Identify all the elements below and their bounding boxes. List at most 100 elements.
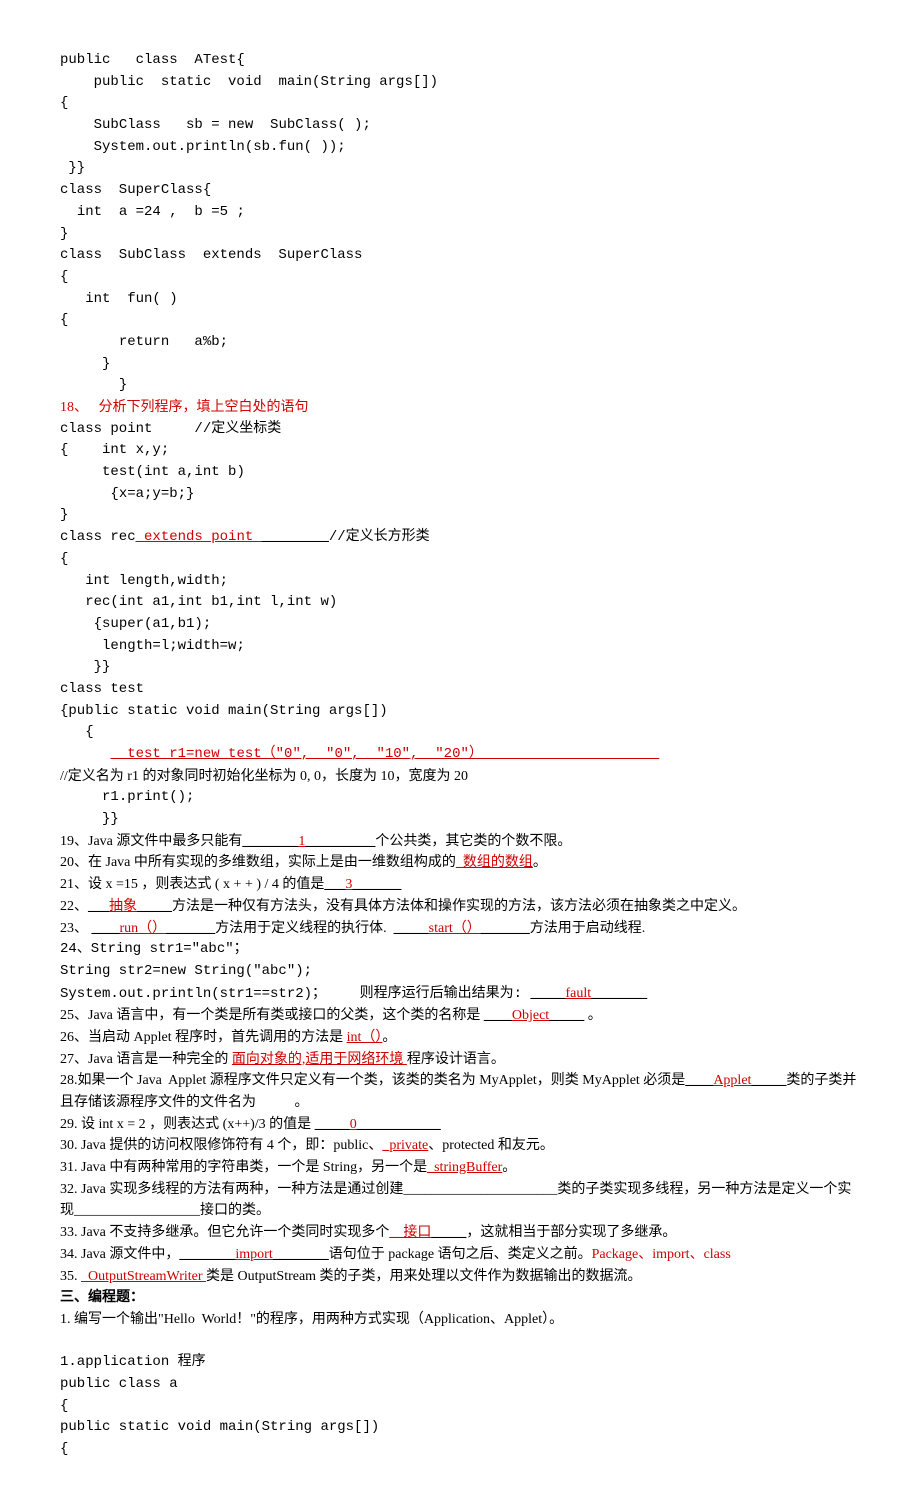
q26-text2: 。 — [382, 1030, 396, 1045]
test-indent — [60, 746, 110, 762]
question-35: 35. OutputStreamWriter 类是 OutputStream 类… — [60, 1266, 860, 1288]
code-block-2b: { int length,width; rec(int a1,int b1,in… — [60, 549, 860, 744]
code-test-line: test r1=new test（"0", "0", "10", "20"） — [60, 744, 860, 766]
code-line: }} — [60, 158, 860, 180]
code-line: 1.application 程序 — [60, 1352, 860, 1374]
question-26: 26、当启动 Applet 程序时，首先调用的方法是 int（）。 — [60, 1027, 860, 1049]
question-19: 19、Java 源文件中最多只能有________1__________个公共类… — [60, 831, 860, 853]
code-line: {super(a1,b1); — [60, 614, 860, 636]
code-line: } — [60, 354, 860, 376]
q29-blank2: ____________ — [357, 1117, 441, 1132]
q27-text2: 程序设计语言。 — [407, 1052, 505, 1067]
code-line — [60, 1331, 860, 1353]
code-line: int fun( ) — [60, 289, 860, 311]
code-line: } — [60, 224, 860, 246]
q23-text3: 方法用于启动线程. — [530, 921, 646, 936]
code-line: System.out.println(sb.fun( )); — [60, 137, 860, 159]
q29-blank1: _____ — [315, 1117, 350, 1132]
q28-blank2: _____ — [751, 1073, 786, 1088]
q21-text: 21、设 x =15 ，则表达式 ( x + + ) / 4 的值是 — [60, 877, 324, 892]
q22-blank2: _____ — [137, 899, 172, 914]
q26-answer: int（） — [347, 1030, 383, 1045]
question-30: 30. Java 提供的访问权限修饰符有 4 个，即：public、_priva… — [60, 1135, 860, 1157]
q34-text2: 语句位于 package 语句之后、类定义之前。 — [329, 1247, 592, 1262]
q19-blank1: ________ — [242, 834, 298, 849]
code-line: } — [60, 505, 860, 527]
q28-answer: Applet — [713, 1073, 751, 1088]
question-25: 25、Java 语言中，有一个类是所有类或接口的父类，这个类的名称是 ____O… — [60, 1005, 860, 1027]
q33-text: 33. Java 不支持多继承。但它允许一个类同时实现多个 — [60, 1225, 389, 1240]
q34-blank1: ________ — [179, 1247, 235, 1262]
q34-answer2: Package、import、class — [592, 1247, 731, 1262]
q33-blank: _____ — [431, 1225, 466, 1240]
question-24-line2: String str2=new String("abc"); — [60, 961, 860, 983]
q30-answer: _private — [382, 1138, 428, 1153]
code-line: public class a — [60, 1374, 860, 1396]
q26-text: 26、当启动 Applet 程序时，首先调用的方法是 — [60, 1030, 347, 1045]
code-line: } — [60, 375, 860, 397]
code-line: return a%b; — [60, 332, 860, 354]
question-34: 34. Java 源文件中，________import________语句位于… — [60, 1244, 860, 1266]
q29-text: 29. 设 int x = 2 ，则表达式 (x++)/3 的值是 — [60, 1117, 315, 1132]
code-line: class SuperClass{ — [60, 180, 860, 202]
q25-blank1: ____ — [484, 1008, 512, 1023]
q35-text: 35. — [60, 1269, 81, 1284]
q19-text2: 个公共类，其它类的个数不限。 — [375, 834, 571, 849]
question-32: 32. Java 实现多线程的方法有两种，一种方法是通过创建__________… — [60, 1179, 860, 1222]
code-block-1: public class ATest{ public static void m… — [60, 50, 860, 397]
q29-answer: 0 — [350, 1117, 357, 1132]
rec-answer: _extends point — [136, 529, 262, 545]
code-line: { — [60, 722, 860, 744]
q27-answer: 面向对象的,适用于网络环境 — [232, 1052, 407, 1067]
code-line: {x=a;y=b;} — [60, 484, 860, 506]
code-line: }} — [60, 657, 860, 679]
question-33: 33. Java 不支持多继承。但它允许一个类同时实现多个__接口_____，这… — [60, 1222, 860, 1244]
code-line: { int x,y; — [60, 440, 860, 462]
code-line: { — [60, 549, 860, 571]
question-20: 20、在 Java 中所有实现的多维数组，实际上是由一维数组构成的_数组的数组。 — [60, 852, 860, 874]
test-answer: test r1=new test（"0", "0", "10", "20"） — [110, 746, 659, 762]
q33-answer: __接口 — [389, 1225, 431, 1240]
rec-blank: ________ — [262, 529, 329, 545]
q24-blank1: _____ — [530, 986, 565, 1001]
q31-text: 31. Java 中有两种常用的字符串类，一个是 String，另一个是 — [60, 1160, 427, 1175]
code-line: class test — [60, 679, 860, 701]
q35-text2: 类是 OutputStream 类的子类，用来处理以文件作为数据输出的数据流。 — [206, 1269, 642, 1284]
section-3-heading: 三、编程题： — [60, 1287, 860, 1309]
question-31: 31. Java 中有两种常用的字符串类，一个是 String，另一个是_str… — [60, 1157, 860, 1179]
code-line: public class ATest{ — [60, 50, 860, 72]
question-23: 23、 ____run（）_______方法用于定义线程的执行体. _____s… — [60, 918, 860, 940]
q28-text: 28.如果一个 Java Applet 源程序文件只定义有一个类，该类的类名为 … — [60, 1073, 685, 1088]
code-line: int length,width; — [60, 571, 860, 593]
q25-text2: 。 — [584, 1008, 602, 1023]
q35-answer: OutputStreamWriter — [81, 1269, 206, 1284]
code-line: class SubClass extends SuperClass — [60, 245, 860, 267]
code-line: int a =24 , b =5 ; — [60, 202, 860, 224]
q31-text2: 。 — [502, 1160, 516, 1175]
q25-answer: Object — [512, 1008, 549, 1023]
q22-text: 22、 — [60, 899, 88, 914]
question-18: 18、 分析下列程序，填上空白处的语句 — [60, 397, 860, 419]
q22-blank1: ___ — [88, 899, 109, 914]
q28-blank1: ____ — [685, 1073, 713, 1088]
q18-title: 分析下列程序，填上空白处的语句 — [99, 400, 309, 415]
rec-prefix: class rec — [60, 529, 136, 545]
q30-text: 30. Java 提供的访问权限修饰符有 4 个，即：public、 — [60, 1138, 382, 1153]
code-line: r1.print(); — [60, 787, 860, 809]
code-line: { — [60, 1396, 860, 1418]
question-24-line3: System.out.println(str1==str2)； 则程序运行后输出… — [60, 983, 860, 1006]
q27-text: 27、Java 语言是一种完全的 — [60, 1052, 232, 1067]
code-block-2a: class point //定义坐标类 { int x,y; test(int … — [60, 419, 860, 527]
q21-blank1: ___ — [324, 877, 345, 892]
q23-blank2: _____ — [394, 921, 429, 936]
programming-q1: 1. 编写一个输出"Hello World！"的程序，用两种方式实现（Appli… — [60, 1309, 860, 1331]
code-line: { — [60, 93, 860, 115]
code-line: { — [60, 1439, 860, 1461]
q31-answer: _stringBuffer — [427, 1160, 502, 1175]
code-line: public static void main(String args[]) — [60, 72, 860, 94]
code-line: SubClass sb = new SubClass( ); — [60, 115, 860, 137]
code-line: test(int a,int b) — [60, 462, 860, 484]
code-block-3: 1.application 程序 public class a { public… — [60, 1331, 860, 1461]
question-29: 29. 设 int x = 2 ，则表达式 (x++)/3 的值是 _____0… — [60, 1114, 860, 1136]
code-line: { — [60, 310, 860, 332]
